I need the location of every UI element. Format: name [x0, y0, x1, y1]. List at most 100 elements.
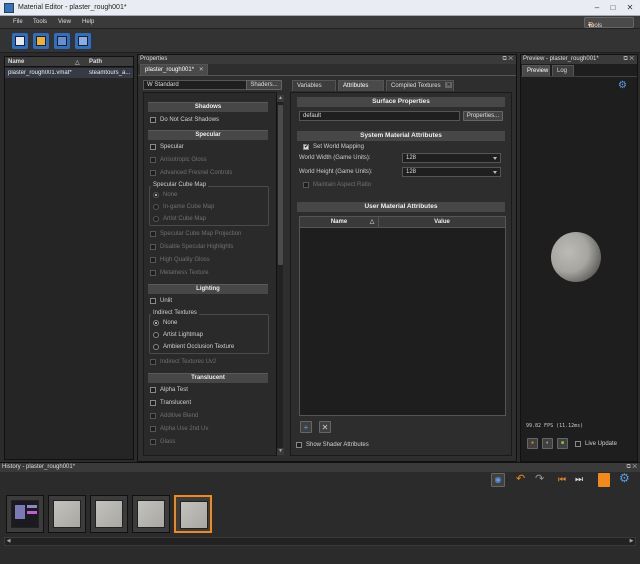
surface-properties-header: Surface Properties [297, 97, 505, 107]
checkbox-box [150, 270, 156, 276]
checkbox-box [150, 298, 156, 304]
history-thumbnail[interactable] [6, 495, 44, 533]
checkbox-label: Set World Mapping [313, 144, 364, 150]
menu-tools[interactable]: Tools [33, 19, 47, 25]
checkbox-box [150, 231, 156, 237]
close-icon[interactable]: ✕ [632, 464, 637, 470]
world-height-select[interactable]: 128 [402, 167, 501, 177]
add-attribute-button[interactable]: + [300, 421, 312, 433]
tab-compiled-textures-label: Compiled Textures [391, 83, 441, 89]
menu-file[interactable]: File [13, 19, 23, 25]
history-first-button[interactable]: ⏮ [558, 473, 572, 487]
tab-attributes[interactable]: Attributes [338, 80, 384, 91]
surface-property-field[interactable]: default [299, 111, 460, 121]
preview-sphere-button[interactable]: ● [527, 438, 538, 449]
camera-icon: ◉ [494, 475, 502, 484]
history-scrollbar[interactable]: ◀ ▶ [4, 537, 636, 546]
checkbox-box [150, 359, 156, 365]
user-attributes-table[interactable]: Name △ Value [299, 216, 506, 416]
tab-log[interactable]: Log [552, 65, 574, 76]
redo-button[interactable]: ↷ [535, 473, 549, 487]
clear-history-button[interactable] [598, 473, 610, 487]
shaders-button[interactable]: Shaders... [246, 80, 282, 90]
column-header-name[interactable]: Name [8, 59, 24, 65]
preview-background-button[interactable]: ■ [557, 438, 568, 449]
scroll-down-icon[interactable]: ▼ [277, 448, 284, 455]
float-icon[interactable]: ⧉ [626, 464, 630, 470]
tab-preview[interactable]: Preview [522, 65, 550, 76]
checkbox-label: Anisotropic Gloss [160, 157, 207, 163]
checkbox-box [150, 400, 156, 406]
column-header-value[interactable]: Value [379, 217, 505, 228]
checkbox-label: Unlit [160, 298, 173, 304]
float-icon[interactable]: ⧉ [623, 56, 627, 62]
open-material-button[interactable] [33, 33, 49, 49]
save-button[interactable] [54, 33, 70, 49]
history-thumbnail[interactable] [132, 495, 170, 533]
column-header-path[interactable]: Path [89, 59, 102, 65]
scroll-right-icon[interactable]: ▶ [628, 538, 635, 545]
close-icon[interactable]: ✕ [629, 56, 634, 62]
thumbnail-detail [15, 505, 25, 519]
history-thumbnail[interactable] [48, 495, 86, 533]
preview-settings-icon[interactable]: ⚙ [618, 80, 627, 91]
scroll-left-icon[interactable]: ◀ [5, 538, 12, 545]
minimize-button[interactable]: – [590, 2, 604, 13]
save-as-button[interactable] [75, 33, 91, 49]
close-icon[interactable]: ✕ [508, 56, 513, 62]
checkbox-box [150, 413, 156, 419]
fps-readout: 99.82 FPS (11.12ms) [526, 423, 584, 429]
checkbox-label: Metalness Texture [160, 270, 209, 276]
checkbox-box [575, 441, 581, 447]
tab-material[interactable]: plaster_rough001* ✕ [140, 64, 208, 75]
sort-arrow-icon: △ [369, 219, 375, 225]
scrollbar-thumb[interactable] [278, 105, 283, 265]
tools-dropdown-button[interactable]: ⚙ Tools ▾ [584, 17, 634, 29]
tab-close-icon[interactable]: ✕ [199, 67, 204, 73]
checkbox-box [150, 387, 156, 393]
checkbox-box [150, 426, 156, 432]
close-button[interactable]: ✕ [623, 2, 637, 13]
history-settings-icon[interactable]: ⚙ [619, 471, 630, 485]
history-last-button[interactable]: ⏭ [575, 473, 589, 487]
remove-attribute-button[interactable]: ✕ [319, 421, 331, 433]
tab-compiled-textures[interactable]: Compiled Textures ✕ [386, 80, 454, 91]
column-header-label: Name [330, 219, 348, 225]
section-shadows: Shadows [148, 102, 268, 112]
light-icon: ◐ [545, 440, 550, 446]
tab-close-icon[interactable]: ✕ [445, 82, 453, 89]
skip-forward-icon: ⏭ [575, 474, 584, 484]
menu-view[interactable]: View [58, 19, 71, 25]
checkbox-label: Indirect Textures Uv2 [160, 359, 217, 365]
world-width-label: World Width (Game Units): [299, 155, 371, 161]
properties-title-bar: Properties ⧉ ✕ [138, 55, 516, 64]
scroll-up-icon[interactable]: ▲ [277, 95, 284, 102]
section-translucent: Translucent [148, 373, 268, 383]
snapshot-button[interactable]: ◉ [491, 473, 505, 487]
history-thumbnail[interactable] [90, 495, 128, 533]
new-material-button[interactable] [12, 33, 28, 49]
user-attributes-header: User Material Attributes [297, 202, 505, 212]
history-title: History - plaster_rough001* [2, 464, 76, 470]
window-title: Material Editor - plaster_rough001* [18, 4, 127, 11]
panel-controls: ⧉ ✕ [623, 55, 634, 64]
undo-button[interactable]: ↶ [516, 473, 530, 487]
material-preview-sphere[interactable] [551, 232, 601, 282]
file-row[interactable]: plaster_rough001.vmat* steamtours_a... [5, 68, 133, 78]
menu-help[interactable]: Help [82, 19, 94, 25]
properties-title: Properties [140, 56, 168, 62]
file-browser-header: Name △ Path [5, 57, 133, 67]
world-width-select[interactable]: 128 [402, 153, 501, 163]
shader-select-value: W Standard [147, 82, 179, 88]
features-scrollbar[interactable]: ▲ ▼ [276, 95, 284, 455]
tab-variables[interactable]: Variables [292, 80, 336, 91]
float-icon[interactable]: ⧉ [502, 56, 506, 62]
maximize-button[interactable]: □ [606, 2, 620, 13]
properties-button[interactable]: Properties... [463, 111, 503, 121]
preview-light-button[interactable]: ◐ [542, 438, 553, 449]
checkbox-label: Translucent [160, 400, 192, 406]
chevron-down-icon [493, 157, 497, 160]
history-thumbnail-selected[interactable] [174, 495, 212, 533]
thumbnail-image [11, 500, 39, 528]
radio-dot [153, 192, 159, 198]
